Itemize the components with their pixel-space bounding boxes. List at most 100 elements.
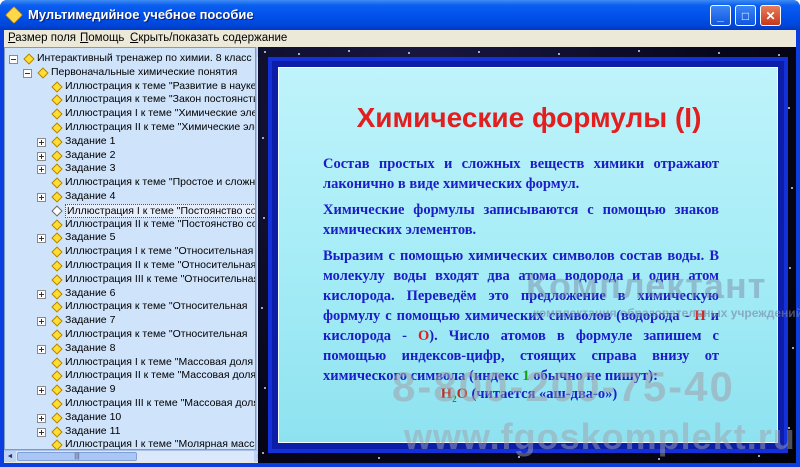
expand-icon[interactable] [37, 193, 46, 202]
star-dot [789, 267, 791, 269]
water-formula: Н2О (читается «аш-два-о») [279, 386, 779, 404]
tree-item[interactable]: Иллюстрация к теме "Простое и сложное [5, 176, 256, 190]
star-dot [348, 50, 350, 52]
expand-icon[interactable] [37, 427, 46, 437]
tree-item[interactable]: Иллюстрация к теме "Развитие в науке [5, 80, 255, 94]
tree-item-label: Задание 4 [65, 190, 116, 202]
close-button[interactable]: ✕ [760, 5, 781, 26]
expand-icon[interactable] [37, 317, 46, 327]
tree-item[interactable]: Иллюстрация I к теме "Химические элемент… [5, 107, 255, 121]
tree-item[interactable]: Иллюстрация I к теме "Молярная масса [5, 438, 256, 450]
contents-tree[interactable]: Интерактивный тренажер по химии. 8 класс… [4, 47, 256, 450]
tree-item[interactable]: Задание 1 [5, 135, 255, 149]
slide-paragraph-2: Химические формулы записываются с помощь… [323, 202, 719, 238]
tree-item[interactable]: Первоначальные химические понятия [5, 66, 255, 80]
tree-horizontal-scrollbar[interactable]: ◄ ||| ► [4, 450, 266, 462]
tree-item[interactable]: Иллюстрация III к теме "Массовая доля [5, 397, 256, 411]
topic-icon [51, 439, 63, 449]
menu-toggle-contents-label: крыть/показать содержание [138, 32, 288, 44]
tree-item[interactable]: Задание 7 [5, 314, 255, 328]
topic-icon [51, 274, 63, 286]
star-dot [478, 51, 480, 53]
collapse-icon[interactable] [9, 55, 18, 64]
topic-icon [51, 425, 63, 438]
expand-icon[interactable] [37, 137, 46, 147]
expand-icon[interactable] [37, 386, 46, 396]
slide-paragraph-3: Выразим с помощью химических символов со… [323, 246, 719, 386]
topic-icon [51, 412, 63, 424]
tree-item[interactable]: Иллюстрация II к теме "Постоянство соста… [5, 218, 255, 232]
index-one: 1 [522, 368, 530, 384]
tree-item[interactable]: Иллюстрация к теме "Закон постоянства [5, 93, 255, 107]
topic-icon [51, 260, 63, 272]
client-area: Интерактивный тренажер по химии. 8 класс… [4, 47, 796, 463]
tree-item-label: Иллюстрация к теме "Простое и сложное [65, 176, 256, 189]
topic-icon [51, 329, 63, 341]
tree-item[interactable]: Иллюстрация II к теме "Массовая доля [5, 369, 255, 383]
expand-icon[interactable] [37, 344, 46, 354]
collapse-icon[interactable] [23, 68, 32, 78]
star-dot [558, 53, 560, 55]
tree-item[interactable]: Задание 11 [5, 425, 255, 439]
window-title: Мультимедийное учебное пособие [28, 7, 254, 22]
tree-item-label: Задание 7 [65, 314, 116, 327]
tree-item[interactable]: Иллюстрация II к теме "Относительная [5, 259, 256, 273]
tree-item[interactable]: Задание 2 [5, 149, 255, 163]
maximize-button[interactable]: □ [735, 5, 756, 26]
tree-item[interactable]: Иллюстрация I к теме "Массовая доля [5, 355, 255, 370]
star-dot [408, 52, 410, 54]
menu-help-label: омощь [88, 32, 125, 44]
menu-bar: Размер поля Помощь Скрыть/показать содер… [4, 30, 796, 47]
tree-item-label: Иллюстрация III к теме "Массовая доля [65, 397, 256, 409]
tree-item[interactable]: Задание 5 [5, 231, 255, 245]
menu-field-size[interactable]: Размер поля [8, 32, 76, 44]
tree-item-label: Интерактивный тренажер по химии. 8 класс [37, 52, 252, 64]
tree-item[interactable]: Иллюстрация I к теме "Относительная [5, 245, 255, 259]
star-dot [298, 53, 300, 55]
tree-item-label: Иллюстрация к теме "Относительная [65, 328, 248, 340]
topic-icon [51, 301, 63, 314]
tree-item-label: Иллюстрация I к теме "Относительная [65, 245, 254, 258]
formula-o: О [456, 386, 468, 402]
hscroll-thumb[interactable]: ||| [17, 452, 137, 461]
expand-icon[interactable] [37, 151, 46, 161]
topic-icon [23, 53, 35, 65]
tree-item-label: Иллюстрация I к теме "Массовая доля [65, 355, 254, 368]
title-bar[interactable]: Мультимедийное учебное пособие _ □ ✕ [0, 0, 800, 30]
menu-help[interactable]: Помощь [80, 32, 124, 44]
topic-icon [51, 370, 63, 383]
tree-item[interactable]: Задание 3 [5, 162, 255, 176]
star-dot [758, 455, 760, 457]
tree-item[interactable]: Задание 8 [5, 342, 255, 356]
topic-icon [51, 218, 63, 231]
scroll-left-icon[interactable]: ◄ [4, 451, 16, 462]
tree-item-label: Иллюстрация I к теме "Постоянство состав… [65, 203, 255, 218]
tree-item[interactable]: Иллюстрация I к теме "Постоянство состав… [5, 203, 255, 218]
tree-item[interactable]: Задание 4 [5, 190, 255, 204]
tree-item-label: Задание 10 [65, 410, 122, 423]
tree-item[interactable]: Иллюстрация III к теме "Относительная [5, 273, 255, 287]
menu-toggle-contents[interactable]: Скрыть/показать содержание [130, 32, 287, 44]
topic-icon [51, 191, 63, 203]
tree-item[interactable]: Иллюстрация II к теме "Химические элемен… [5, 121, 255, 135]
tree-item[interactable]: Задание 10 [5, 410, 255, 425]
tree-item[interactable]: Задание 9 [5, 383, 255, 397]
star-dot [518, 456, 520, 458]
slide-title: Химические формулы (I) [356, 102, 702, 133]
star-dot [264, 51, 266, 53]
expand-icon[interactable] [37, 413, 46, 423]
hydrogen-symbol: Н [694, 308, 706, 324]
star-dot [788, 427, 790, 429]
tree-item[interactable]: Интерактивный тренажер по химии. 8 класс [5, 52, 255, 66]
app-window: Мультимедийное учебное пособие _ □ ✕ Раз… [0, 0, 800, 467]
expand-icon[interactable] [37, 289, 46, 299]
tree-item-label: Иллюстрация I к теме "Молярная масса [65, 438, 256, 450]
tree-item[interactable]: Иллюстрация к теме "Относительная [5, 300, 255, 314]
tree-item-label: Иллюстрация II к теме "Относительная [65, 259, 256, 271]
menu-field-size-label: азмер поля [15, 32, 77, 44]
minimize-button[interactable]: _ [710, 5, 731, 26]
expand-icon[interactable] [37, 234, 46, 244]
tree-item[interactable]: Иллюстрация к теме "Относительная [5, 328, 255, 342]
expand-icon[interactable] [37, 165, 46, 175]
tree-item[interactable]: Задание 6 [5, 287, 255, 301]
